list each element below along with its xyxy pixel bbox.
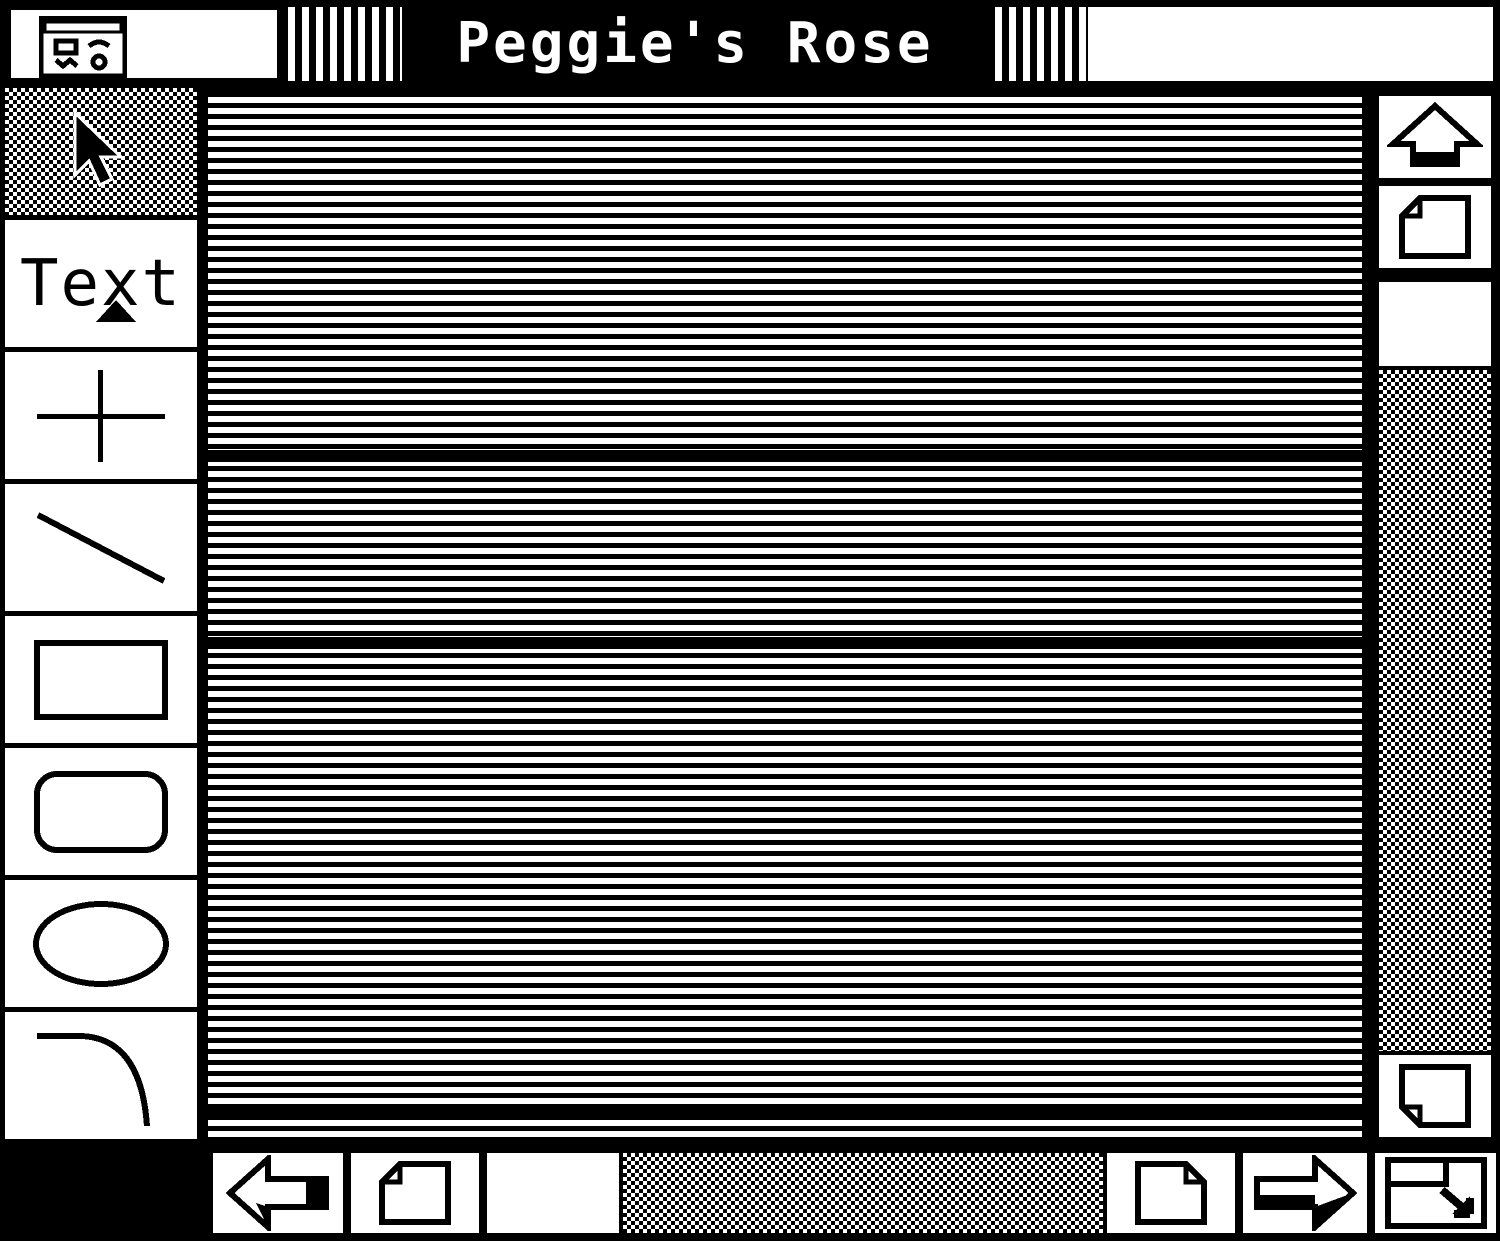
- page-right-button[interactable]: [1103, 1149, 1239, 1237]
- title-bar-stripes-left: [288, 7, 402, 81]
- drawing-canvas[interactable]: [204, 88, 1370, 1145]
- diagonal-line-icon: [5, 484, 197, 611]
- arrow-up-icon: [1379, 96, 1491, 178]
- text-caret-icon: Text: [5, 220, 197, 347]
- canvas-emphasis-band: [208, 450, 1362, 462]
- page-up-icon: [1379, 186, 1491, 268]
- horizontal-scroll-thumb[interactable]: [483, 1149, 623, 1237]
- vertical-scrollbar: [1370, 88, 1500, 1237]
- scroll-left-button[interactable]: [209, 1149, 347, 1237]
- tool-selection-arrow[interactable]: Arrow: [0, 88, 200, 220]
- crosshair-icon: [5, 352, 197, 479]
- title-bar-stripes-right: [988, 7, 1088, 81]
- title-bar[interactable]: Peggie's Rose: [0, 0, 1500, 88]
- tool-crosshair[interactable]: Crosshair: [0, 352, 200, 484]
- window-objects-icon[interactable]: [39, 16, 127, 78]
- page-down-button[interactable]: [1375, 1051, 1495, 1141]
- arc-curve-icon: [5, 1012, 197, 1139]
- page-down-icon: [1379, 1055, 1491, 1137]
- rectangle-icon: [5, 616, 197, 743]
- page-left-icon: [351, 1153, 479, 1233]
- tool-ellipse[interactable]: Ellipse: [0, 880, 200, 1012]
- page-up-button[interactable]: [1375, 182, 1495, 272]
- arrow-pointer-icon: [5, 88, 197, 215]
- scroll-up-button[interactable]: [1375, 92, 1495, 182]
- arrow-right-icon: [1243, 1153, 1367, 1233]
- zoom-box-area[interactable]: [1088, 7, 1493, 81]
- tool-line[interactable]: Line: [0, 484, 200, 616]
- window-title: Peggie's Rose: [402, 7, 988, 81]
- page-left-button[interactable]: [347, 1149, 483, 1237]
- canvas-stripe-pattern: [208, 92, 1362, 1141]
- tool-text[interactable]: Text: [0, 220, 200, 352]
- vertical-scroll-track[interactable]: [1375, 370, 1495, 1051]
- arrow-left-icon: [213, 1153, 343, 1233]
- tool-rectangle[interactable]: Rectangle: [0, 616, 200, 748]
- grow-box[interactable]: [1371, 1149, 1500, 1237]
- close-box-area[interactable]: [8, 7, 280, 81]
- page-right-icon: [1107, 1153, 1235, 1233]
- tool-arc[interactable]: Arc: [0, 1012, 200, 1144]
- horizontal-scrollbar: [0, 1145, 1500, 1241]
- canvas-emphasis-band: [208, 637, 1362, 649]
- window-body: Arrow Text Crosshair: [0, 88, 1500, 1241]
- scroll-right-button[interactable]: [1239, 1149, 1371, 1237]
- horizontal-scroll-track[interactable]: [623, 1149, 1103, 1237]
- tool-palette: Arrow Text Crosshair: [0, 88, 204, 1145]
- application-window: Peggie's Rose Arrow Text: [0, 0, 1500, 1241]
- canvas-emphasis-band: [208, 1104, 1362, 1116]
- vertical-scroll-thumb[interactable]: [1375, 278, 1495, 370]
- tool-rounded-rectangle[interactable]: Rounded Rectangle: [0, 748, 200, 880]
- ellipse-icon: [5, 880, 197, 1007]
- rounded-rectangle-icon: [5, 748, 197, 875]
- resize-grow-icon: [1375, 1153, 1496, 1233]
